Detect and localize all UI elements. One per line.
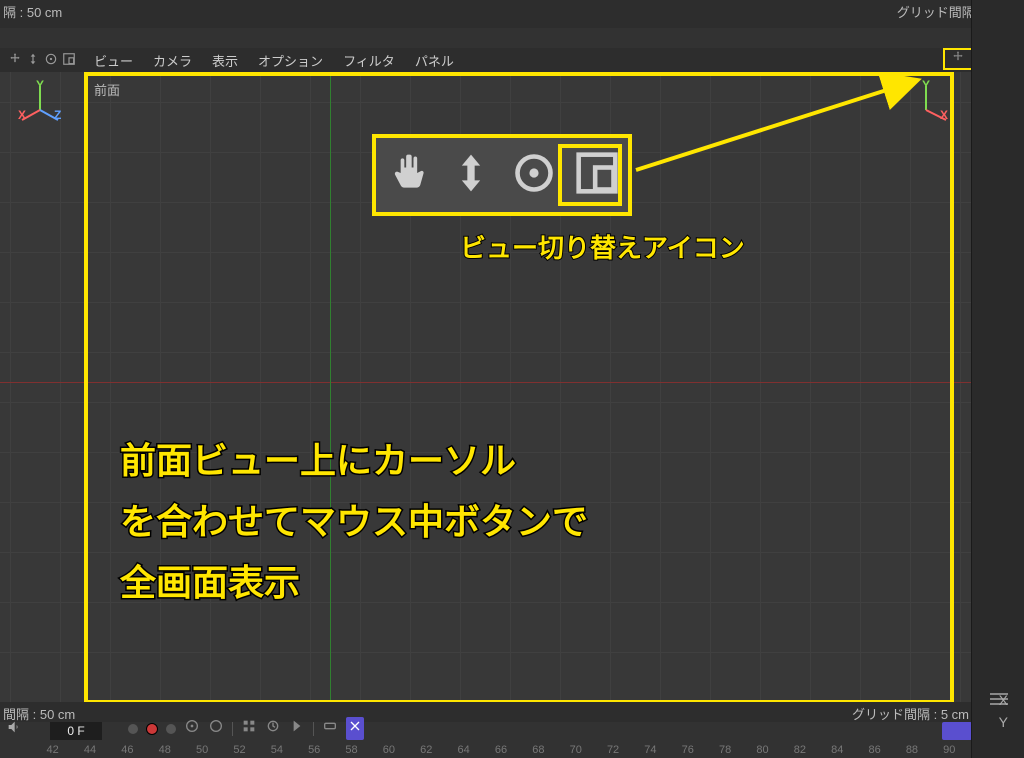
current-frame[interactable]: 0 F xyxy=(50,722,102,740)
timeline-tool-icon[interactable] xyxy=(346,717,364,740)
menu-options[interactable]: オプション xyxy=(252,49,329,72)
grid-spacing-top-left: 隔 : 50 cm xyxy=(3,2,62,21)
menu-display[interactable]: 表示 xyxy=(206,49,244,72)
timeline-tool-icon[interactable] xyxy=(241,718,257,739)
ruler-tick: 76 xyxy=(669,744,706,756)
sound-icon[interactable] xyxy=(6,719,22,740)
axis-gizmo-top-right: Y X xyxy=(902,80,956,134)
ruler-tick: 74 xyxy=(632,744,669,756)
record-icon[interactable] xyxy=(146,723,158,735)
ruler-tick: 90 xyxy=(931,744,968,756)
ruler-tick: 88 xyxy=(893,744,930,756)
timeline-tool-icon[interactable] xyxy=(184,718,200,739)
ruler-tick: 48 xyxy=(146,744,183,756)
callout-label: ビュー切り替えアイコン xyxy=(460,228,745,265)
timeline-mode-button[interactable] xyxy=(942,722,972,740)
timeline-tool-icon[interactable] xyxy=(289,718,305,739)
ruler-tick: 56 xyxy=(296,744,333,756)
axis-y-label: Y xyxy=(999,714,1008,730)
zoom-icon xyxy=(449,151,493,200)
timeline-tool-icon[interactable] xyxy=(208,718,224,739)
ruler-tick: 82 xyxy=(781,744,818,756)
gizmo-y-label: Y xyxy=(922,78,930,92)
ruler-tick: 62 xyxy=(408,744,445,756)
timeline-tool-icon[interactable] xyxy=(265,718,281,739)
ruler-tick: 50 xyxy=(183,744,220,756)
ruler-tick: 80 xyxy=(744,744,781,756)
menu-filter[interactable]: フィルタ xyxy=(337,49,401,72)
ruler-tick: 64 xyxy=(445,744,482,756)
pan-icon xyxy=(386,151,430,200)
gizmo-x-label: X xyxy=(18,108,26,122)
ruler-tick: 42 xyxy=(34,744,71,756)
keyframe-dot-icon[interactable] xyxy=(128,724,138,734)
menu-view[interactable]: ビュー xyxy=(88,49,139,72)
right-sidebar: X Y xyxy=(971,0,1024,758)
axis-x-line xyxy=(0,382,972,383)
menu-camera[interactable]: カメラ xyxy=(147,49,198,72)
ruler-tick: 84 xyxy=(819,744,856,756)
ruler-tick: 70 xyxy=(557,744,594,756)
ruler-tick: 68 xyxy=(520,744,557,756)
orbit-icon[interactable] xyxy=(44,52,58,69)
ruler-tick: 46 xyxy=(109,744,146,756)
pan-icon[interactable] xyxy=(8,52,22,69)
gizmo-z-label: Z xyxy=(54,108,61,122)
timeline-tool-icon[interactable] xyxy=(322,718,338,739)
ruler-tick: 86 xyxy=(856,744,893,756)
axis-x-label: X xyxy=(999,692,1008,708)
menu-panel[interactable]: パネル xyxy=(409,49,460,72)
ruler-tick: 54 xyxy=(258,744,295,756)
timeline-controls xyxy=(128,717,364,740)
gizmo-y-label: Y xyxy=(36,78,44,92)
orbit-icon xyxy=(512,151,556,200)
ruler-tick: 58 xyxy=(333,744,370,756)
layout-toggle-icon[interactable] xyxy=(62,52,76,69)
ruler-tick: 44 xyxy=(71,744,108,756)
ruler-tick: 78 xyxy=(706,744,743,756)
divider xyxy=(232,722,233,736)
divider xyxy=(313,722,314,736)
viewport-menubar: ビュー カメラ 表示 オプション フィルタ パネル xyxy=(0,48,1024,72)
gizmo-x-label: X xyxy=(940,108,948,122)
axis-gizmo-top-left: Y X Z xyxy=(16,80,70,134)
highlight-layout-toggle xyxy=(558,144,622,206)
ruler-tick: 52 xyxy=(221,744,258,756)
ruler-tick: 72 xyxy=(594,744,631,756)
top-info-strip: 隔 : 50 cm グリッド間隔 : 50 cm xyxy=(0,0,1024,28)
keyframe-dot-icon[interactable] xyxy=(166,724,176,734)
timeline-ruler[interactable]: 42 44 46 48 50 52 54 56 58 60 62 64 66 6… xyxy=(30,742,972,758)
grid-spacing-bottom-right: グリッド間隔 : 5 cm xyxy=(852,704,969,723)
ruler-tick: 60 xyxy=(370,744,407,756)
zoom-icon[interactable] xyxy=(26,52,40,69)
ruler-tick: 66 xyxy=(482,744,519,756)
pan-icon[interactable] xyxy=(951,50,965,69)
instruction-text: 前面ビュー上にカーソル を合わせてマウス中ボタンで 全画面表示 xyxy=(120,430,588,614)
viewport-label: 前面 xyxy=(94,80,120,99)
view-switch-callout xyxy=(372,134,632,216)
